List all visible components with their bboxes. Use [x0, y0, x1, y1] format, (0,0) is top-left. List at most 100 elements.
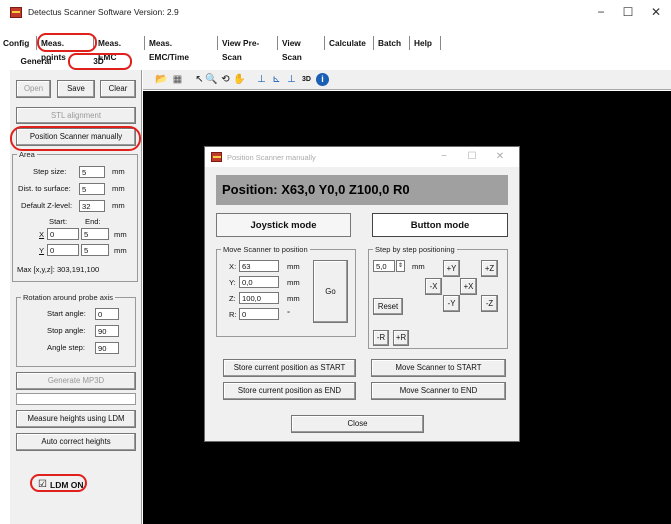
menu-view-prescan[interactable]: View Pre-Scan — [219, 36, 278, 62]
go-button[interactable]: Go — [313, 260, 348, 323]
close-dialog-button[interactable]: Close — [291, 415, 424, 433]
zoom-icon[interactable]: 🔍 — [205, 73, 218, 86]
step-size-field-dialog[interactable]: 5,0 — [373, 260, 395, 272]
default-z-level-field[interactable]: 32 — [79, 200, 105, 212]
dist-to-surface-label: Dist. to surface: — [18, 184, 71, 193]
move-to-start-button[interactable]: Move Scanner to START — [371, 359, 506, 377]
stl-alignment-button[interactable]: STL alignment — [16, 107, 136, 124]
y-end-field[interactable]: 5 — [81, 244, 109, 256]
position-scanner-manually-button[interactable]: Position Scanner manually — [16, 128, 136, 146]
z-pos-label: Z: — [229, 294, 236, 303]
dialog-minimize-button[interactable]: − — [433, 149, 455, 165]
y-pos-unit: mm — [287, 278, 300, 287]
dist-unit: mm — [112, 184, 125, 193]
start-angle-field[interactable]: 0 — [95, 308, 119, 320]
dist-to-surface-field[interactable]: 5 — [79, 183, 105, 195]
menu-meas-points[interactable]: Meas. points — [38, 36, 94, 62]
joystick-mode-button[interactable]: Joystick mode — [216, 213, 351, 237]
subtab-bar: General 3D — [0, 53, 150, 69]
store-start-button[interactable]: Store current position as START — [223, 359, 356, 377]
menu-meas-emc[interactable]: Meas. EMC — [95, 36, 145, 62]
x-start-field[interactable]: 0 — [47, 228, 79, 240]
angle-step-label: Angle step: — [47, 343, 85, 352]
view-3d-icon[interactable]: 3D — [300, 73, 313, 86]
menu-help[interactable]: Help — [411, 36, 441, 50]
info-icon[interactable]: i — [316, 73, 329, 86]
open-button[interactable]: Open — [16, 80, 51, 98]
menu-calculate[interactable]: Calculate — [326, 36, 374, 50]
menu-batch[interactable]: Batch — [375, 36, 410, 50]
clear-button[interactable]: Clear — [100, 80, 136, 98]
plus-y-button[interactable]: +Y — [443, 260, 460, 277]
menu-bar: Config Meas. points Meas. EMC Meas. EMC/… — [0, 33, 671, 62]
end-column-label: End: — [85, 217, 101, 226]
menu-view-scan[interactable]: View Scan — [279, 36, 325, 62]
area-group-title: Area — [17, 150, 37, 159]
ldm-on-label: LDM ON — [50, 480, 84, 490]
x-pos-label: X: — [229, 262, 237, 271]
pan-hand-icon[interactable]: ✋ — [233, 73, 246, 86]
dialog-maximize-button[interactable]: ☐ — [461, 149, 483, 165]
plus-r-button[interactable]: +R — [393, 330, 409, 346]
area-group: Area Step size: 5 mm Dist. to surface: 5… — [12, 150, 138, 282]
minus-x-button[interactable]: -X — [425, 278, 442, 295]
generate-mp3d-button[interactable]: Generate MP3D — [16, 372, 136, 390]
start-column-label: Start: — [49, 217, 68, 226]
dialog-close-button[interactable]: ✕ — [489, 149, 511, 165]
auto-correct-heights-button[interactable]: Auto correct heights — [16, 433, 136, 451]
position-readout: Position: X63,0 Y0,0 Z100,0 R0 — [216, 175, 508, 205]
y-pos-field[interactable]: 0,0 — [239, 276, 279, 288]
move-to-position-group: Move Scanner to position X: 63 mm Y: 0,0… — [216, 245, 356, 337]
x-pos-field[interactable]: 63 — [239, 260, 279, 272]
view-top-icon[interactable]: ⊥ — [285, 73, 298, 86]
close-button[interactable]: ✕ — [645, 4, 667, 20]
angle-step-field[interactable]: 90 — [95, 342, 119, 354]
plus-x-button[interactable]: +X — [460, 278, 477, 295]
reset-button[interactable]: Reset — [373, 298, 403, 315]
r-pos-unit: ° — [287, 309, 291, 318]
step-spinner[interactable]: ⇕ — [396, 260, 405, 272]
tab-3d[interactable]: 3D — [76, 54, 121, 68]
minimize-button[interactable]: − — [590, 4, 612, 20]
save-button[interactable]: Save — [57, 80, 95, 98]
view-front-icon[interactable]: ⊥ — [255, 73, 268, 86]
store-end-button[interactable]: Store current position as END — [223, 382, 356, 400]
minus-z-button[interactable]: -Z — [481, 295, 498, 312]
z-pos-unit: mm — [287, 294, 300, 303]
dialog-title: Position Scanner manually — [227, 153, 316, 162]
plus-z-button[interactable]: +Z — [481, 260, 498, 277]
step-size-label: Step size: — [33, 167, 67, 176]
button-mode-button[interactable]: Button mode — [372, 213, 508, 237]
open-folder-icon[interactable]: 📂 — [155, 73, 168, 86]
z-pos-field[interactable]: 100,0 — [239, 292, 279, 304]
ldm-on-checkbox[interactable]: ☑ — [38, 479, 47, 490]
maximize-button[interactable]: ☐ — [617, 4, 639, 20]
minus-y-button[interactable]: -Y — [443, 295, 460, 312]
step-size-field[interactable]: 5 — [79, 166, 105, 178]
progress-bar — [16, 393, 136, 405]
r-pos-field[interactable]: 0 — [239, 308, 279, 320]
grid-icon[interactable]: ▦ — [171, 73, 184, 86]
view-side-icon[interactable]: ⊾ — [270, 73, 283, 86]
stop-angle-field[interactable]: 90 — [95, 325, 119, 337]
tab-general[interactable]: General — [14, 54, 58, 68]
title-bar: Detectus Scanner Software Version: 2.9 −… — [0, 0, 671, 30]
measure-heights-ldm-button[interactable]: Measure heights using LDM — [16, 410, 136, 428]
y-start-field[interactable]: 0 — [47, 244, 79, 256]
x-pos-unit: mm — [287, 262, 300, 271]
rotate-icon[interactable]: ⟲ — [219, 73, 232, 86]
move-group-title: Move Scanner to position — [221, 245, 310, 254]
window-title: Detectus Scanner Software Version: 2.9 — [28, 7, 179, 17]
move-to-end-button[interactable]: Move Scanner to END — [371, 382, 506, 400]
step-size-unit: mm — [112, 167, 125, 176]
menu-config[interactable]: Config — [0, 36, 37, 50]
y-pos-label: Y: — [229, 278, 236, 287]
dialog-app-icon — [211, 152, 222, 162]
position-scanner-dialog: Position Scanner manually − ☐ ✕ Position… — [204, 146, 520, 442]
x-end-field[interactable]: 5 — [81, 228, 109, 240]
rotation-group: Rotation around probe axis Start angle: … — [16, 293, 136, 367]
menu-meas-emc-time[interactable]: Meas. EMC/Time — [146, 36, 218, 62]
minus-r-button[interactable]: -R — [373, 330, 389, 346]
stop-angle-label: Stop angle: — [47, 326, 86, 335]
y-axis-label: Y — [39, 246, 45, 255]
